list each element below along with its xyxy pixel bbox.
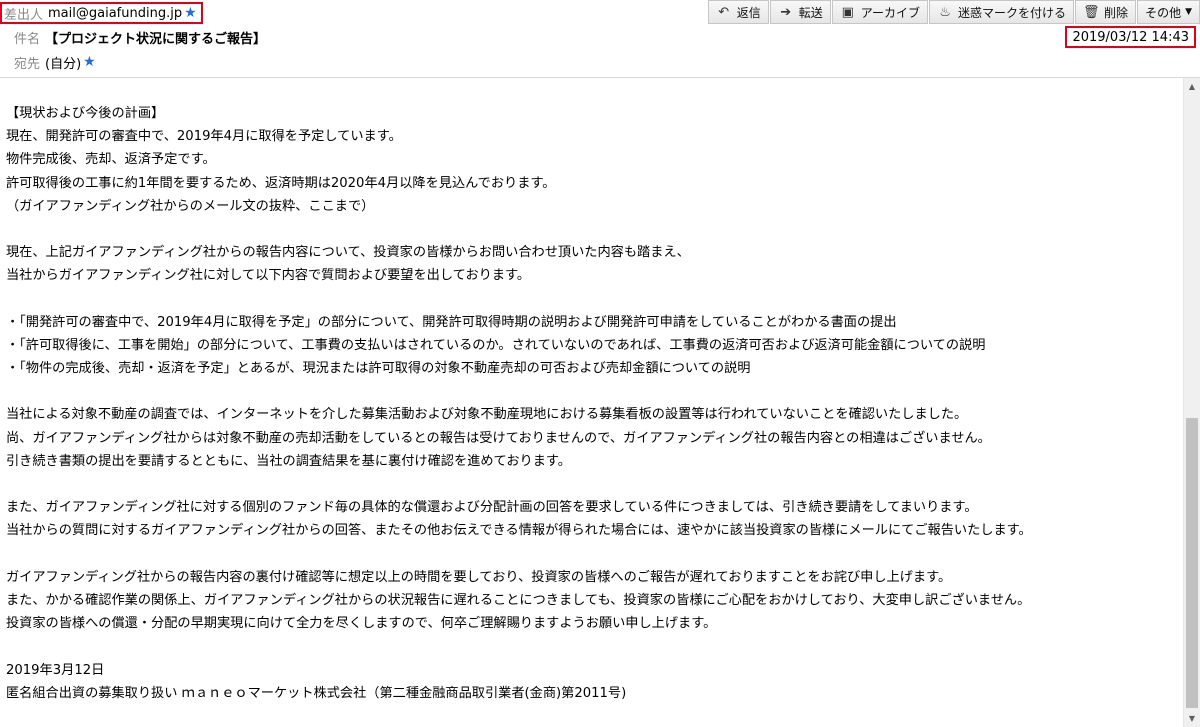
other-menu-button[interactable]: その他 ▼ [1137,0,1200,24]
date-value: 2019/03/12 14:43 [1072,29,1189,45]
forward-label: 転送 [798,5,823,20]
body-line: 匿名組合出資の募集取り扱い ｍａｎｅｏマーケット株式会社（第二種金融商品取引業者… [6,685,627,701]
scroll-up-arrow-icon[interactable]: ▲ [1184,78,1200,95]
body-line: ガイアファンディング社からの報告内容の裏付け確認等に想定以上の時間を要しており、… [6,569,952,585]
body-line: 物件完成後、売却、返済予定です。 [6,152,216,168]
archive-box-icon: ▣ [841,4,854,20]
body-line: 当社からガイアファンディング社に対して以下内容で質問および要望を出しております。 [6,268,531,284]
body-line: 投資家の皆様への償還・分配の早期実現に向けて全力を尽くしますので、何卒ご理解賜り… [6,616,717,632]
body-line: 当社による対象不動産の調査では、インターネットを介した募集活動および対象不動産現… [6,407,968,423]
body-line: 【現状および今後の計画】 [6,106,165,121]
forward-button[interactable]: ➔ 転送 [769,0,831,24]
body-line: 当社からの質問に対するガイアファンディング社からの回答、またその他お伝えできる情… [6,523,1032,539]
star-icon[interactable]: ★ [83,54,96,70]
to-value[interactable]: (自分) [45,53,81,72]
scroll-down-arrow-icon[interactable]: ▼ [1184,710,1200,727]
other-label: その他 [1145,5,1182,20]
body-line: 尚、ガイアファンディング社からは対象不動産の売却活動をしているとの報告は受けてお… [6,430,991,446]
reply-arrow-icon: ↶ [718,4,730,20]
star-icon[interactable]: ★ [184,5,197,21]
to-label: 宛先 [14,56,41,72]
flame-icon: ♨ [939,4,951,20]
archive-label: アーカイブ [860,5,921,20]
archive-button[interactable]: ▣ アーカイブ [831,0,929,24]
from-label: 差出人 [4,7,44,23]
junk-button[interactable]: ♨ 迷惑マークを付ける [929,0,1075,24]
message-date: 2019/03/12 14:43 [1065,26,1196,48]
chevron-down-icon: ▼ [1185,7,1192,17]
body-line: ・「開発許可の審査中で、2019年4月に取得を予定」の部分について、開発許可取得… [6,314,897,330]
body-line: ・「物件の完成後、売却・返済を予定」とあるが、現況または許可取得の対象不動産売却… [6,361,751,377]
body-line: （ガイアファンディング社からのメール文の抜粋、ここまで） [6,198,375,214]
message-header: 差出人 mail@gaiafunding.jp ★ 件名 【プロジェクト状況に関… [0,0,1200,78]
message-body: 【現状および今後の計画】現在、開発許可の審査中で、2019年4月に取得を予定して… [0,78,1183,727]
body-line: 引き続き書類の提出を要請するとともに、当社の調査結果を基に裏付け確認を進めており… [6,453,571,469]
body-line: 現在、開発許可の審査中で、2019年4月に取得を予定しています。 [6,129,402,145]
delete-button[interactable]: 🗑 削除 [1075,0,1137,24]
body-line: 2019年3月12日 [6,662,105,678]
forward-arrow-icon: ➔ [780,4,792,20]
trash-icon: 🗑 [1083,4,1100,20]
body-line: また、かかる確認作業の関係上、ガイアファンディング社からの状況報告に遅れることに… [6,592,1031,608]
body-line: 現在、上記ガイアファンディング社からの報告内容について、投資家の皆様からお問い合… [6,245,690,261]
body-line: 許可取得後の工事に約1年間を要するため、返済時期は2020年4月以降を見込んでお… [6,175,556,191]
subject-value: 【プロジェクト状況に関するご報告】 [45,31,267,47]
from-row: 差出人 mail@gaiafunding.jp ★ [0,2,203,24]
body-line: また、ガイアファンディング社に対する個別のファンド毎の具体的な償還および分配計画… [6,500,978,516]
reply-label: 返信 [736,5,761,20]
vertical-scrollbar[interactable]: ▲ ▼ [1183,78,1200,727]
to-row: 宛先 (自分) ★ [14,52,96,72]
body-line: ・「許可取得後に、工事を開始」の部分について、工事費の支払いはされているのか。さ… [6,337,986,353]
delete-label: 削除 [1104,5,1129,20]
from-address[interactable]: mail@gaiafunding.jp [48,6,182,21]
message-toolbar: ↶ 返信 ➔ 転送 ▣ アーカイブ ♨ 迷惑マークを付ける 🗑 削除 その他 ▼ [707,0,1200,24]
reply-button[interactable]: ↶ 返信 [707,0,769,24]
junk-label: 迷惑マークを付ける [958,5,1067,20]
scrollbar-thumb[interactable] [1186,418,1198,708]
subject-row: 件名 【プロジェクト状況に関するご報告】 [14,27,266,47]
subject-label: 件名 [14,31,41,47]
